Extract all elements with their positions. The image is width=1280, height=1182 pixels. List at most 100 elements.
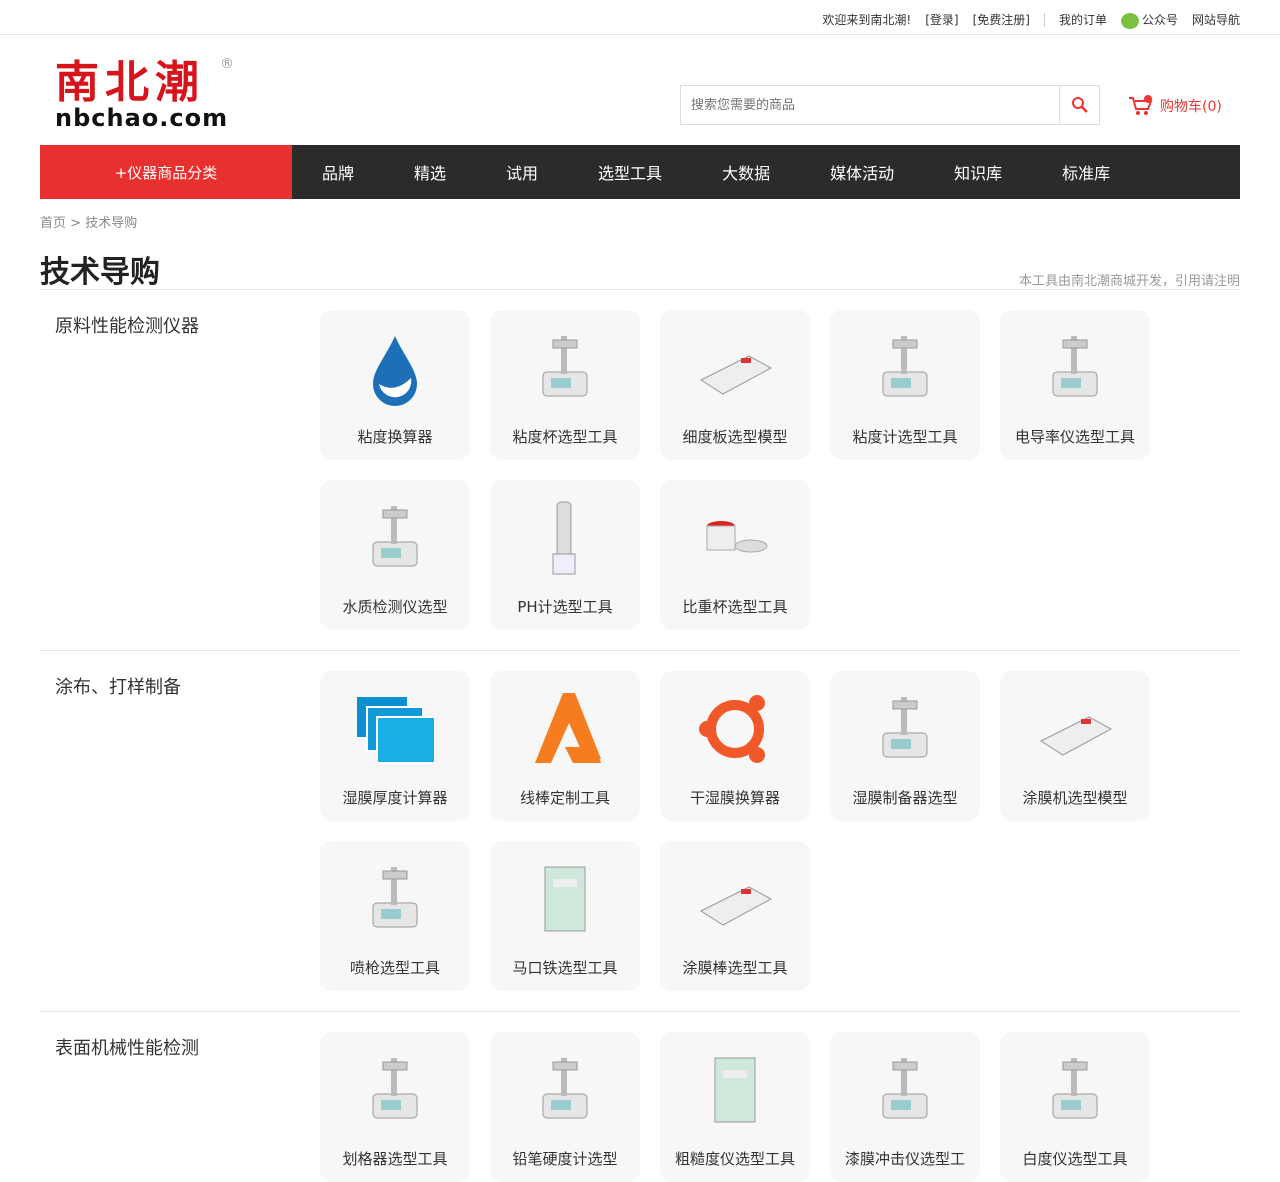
device-icon <box>372 867 418 928</box>
tool-card[interactable]: 铅笔硬度计选型 <box>490 1032 640 1182</box>
device-icon <box>372 1058 418 1119</box>
plate-icon <box>699 355 773 395</box>
tool-card[interactable]: 水质检测仪选型 <box>320 480 470 630</box>
tool-card-label: 比重杯选型工具 <box>682 598 788 616</box>
divider <box>40 289 1240 290</box>
cup-icon <box>706 521 768 553</box>
device-icon <box>882 336 928 397</box>
my-orders-link[interactable]: 我的订单 <box>1059 11 1107 28</box>
logo-cn: 南北潮 <box>55 57 205 108</box>
tool-card-label: 粗糙度仪选型工具 <box>674 1150 795 1168</box>
nav-item-big-data[interactable]: 大数据 <box>692 145 800 199</box>
tool-card[interactable]: PH计选型工具 <box>490 480 640 630</box>
wechat-link[interactable]: 公众号 <box>1120 11 1178 29</box>
tool-card-label: 水质检测仪选型 <box>342 598 448 616</box>
search-box <box>680 85 1100 125</box>
nav-item-knowledge[interactable]: 知识库 <box>924 145 1032 199</box>
tool-card-label: 马口铁选型工具 <box>512 959 618 977</box>
tool-card[interactable]: 马口铁选型工具 <box>490 841 640 991</box>
letter-a-icon <box>535 693 601 763</box>
login-link[interactable]: [登录] <box>925 11 958 28</box>
tool-card[interactable]: 涂膜棒选型工具 <box>660 841 810 991</box>
tool-card[interactable]: 粘度换算器 <box>320 310 470 460</box>
pen-icon <box>552 501 576 575</box>
cart-link[interactable]: 购物车(0) <box>1128 95 1222 117</box>
breadcrumb-current: 技术导购 <box>85 216 138 231</box>
top-bar: 欢迎来到南北潮! [登录] [免费注册] 我的订单 公众号 网站导航 <box>0 0 1280 35</box>
tool-card-label: 细度板选型模型 <box>682 428 788 446</box>
copyright-note: 本工具由南北潮商城开发，引用请注明 <box>1018 274 1240 289</box>
tool-card-label: 喷枪选型工具 <box>349 959 440 977</box>
device-icon <box>882 697 928 758</box>
plate-icon <box>1039 716 1113 756</box>
tool-card-label: 粘度计选型工具 <box>852 428 958 446</box>
tool-card[interactable]: 线棒定制工具 <box>490 671 640 821</box>
tool-card-label: 电导率仪选型工具 <box>1014 428 1135 446</box>
tool-card[interactable]: 划格器选型工具 <box>320 1032 470 1182</box>
tool-card[interactable]: 白度仪选型工具 <box>1000 1032 1150 1182</box>
sitemap-link[interactable]: 网站导航 <box>1192 11 1240 28</box>
tool-card[interactable]: 湿膜厚度计算器 <box>320 671 470 821</box>
panel-icon <box>714 1057 756 1123</box>
tool-card[interactable]: 细度板选型模型 <box>660 310 810 460</box>
tool-card-label: 漆膜冲击仪选型工 <box>844 1150 965 1168</box>
tool-card-label: 涂膜棒选型工具 <box>682 959 788 977</box>
logo[interactable]: 南北潮 nbchao.com ® <box>55 56 234 132</box>
nav-item-standards[interactable]: 标准库 <box>1032 145 1140 199</box>
search-button[interactable] <box>1059 86 1099 124</box>
tool-card-label: 粘度杯选型工具 <box>512 428 618 446</box>
wechat-icon <box>1120 12 1139 29</box>
device-icon <box>542 336 588 397</box>
tool-card-label: 线棒定制工具 <box>519 789 610 807</box>
tool-card[interactable]: 喷枪选型工具 <box>320 841 470 991</box>
nav-item-brand[interactable]: 品牌 <box>292 145 384 199</box>
nav-item-selection-tools[interactable]: 选型工具 <box>568 145 692 199</box>
registered-mark: ® <box>220 56 234 72</box>
tool-card-label: 粘度换算器 <box>357 428 433 446</box>
tool-card-label: 划格器选型工具 <box>342 1150 448 1168</box>
cart-label: 购物车(0) <box>1160 99 1222 115</box>
cart-icon <box>1129 95 1153 115</box>
breadcrumb-home[interactable]: 首页 <box>40 216 66 231</box>
tool-card-label: 涂膜机选型模型 <box>1022 789 1128 807</box>
tool-card[interactable]: 电导率仪选型工具 <box>1000 310 1150 460</box>
tool-card[interactable]: 漆膜冲击仪选型工 <box>830 1032 980 1182</box>
welcome-text: 欢迎来到南北潮! <box>822 13 912 28</box>
tool-card-label: 湿膜厚度计算器 <box>342 789 448 807</box>
device-icon <box>542 1058 588 1119</box>
plate-icon <box>699 886 773 926</box>
tool-card[interactable]: 粗糙度仪选型工具 <box>660 1032 810 1182</box>
tool-card[interactable]: 湿膜制备器选型 <box>830 671 980 821</box>
tool-card-label: 湿膜制备器选型 <box>852 789 958 807</box>
tool-card-label: PH计选型工具 <box>517 598 613 616</box>
tool-card[interactable]: 涂膜机选型模型 <box>1000 671 1150 821</box>
search-input[interactable] <box>681 86 1059 124</box>
search-icon <box>1071 97 1088 113</box>
tool-grid: 湿膜厚度计算器 线棒定制工具 干湿膜换算器 湿膜制备器选型 涂膜机选型模型喷枪选型工具 马… <box>320 671 1170 991</box>
breadcrumb: 首页 > 技术导购 <box>40 212 137 231</box>
tool-card[interactable]: 粘度计选型工具 <box>830 310 980 460</box>
register-link[interactable]: [免费注册] <box>973 11 1030 28</box>
device-icon <box>372 506 418 567</box>
nav-item-media[interactable]: 媒体活动 <box>800 145 924 199</box>
tool-card[interactable]: 干湿膜换算器 <box>660 671 810 821</box>
drop-icon <box>373 336 417 406</box>
device-icon <box>1052 1058 1098 1119</box>
nav-item-trial[interactable]: 试用 <box>476 145 568 199</box>
tool-card[interactable]: 粘度杯选型工具 <box>490 310 640 460</box>
breadcrumb-sep: > <box>70 216 82 231</box>
device-icon <box>882 1058 928 1119</box>
wechat-label: 公众号 <box>1141 13 1178 27</box>
category-menu-button[interactable]: +仪器商品分类 <box>40 145 292 199</box>
tool-card[interactable]: 比重杯选型工具 <box>660 480 810 630</box>
panel-icon <box>544 866 586 932</box>
ring-icon <box>699 695 765 763</box>
tool-card-label: 干湿膜换算器 <box>689 789 780 807</box>
tool-grid: 粘度换算器 粘度杯选型工具 细度板选型模型 粘度计选型工具 电导率仪选型工具水质检测仪选… <box>320 310 1170 630</box>
section-title: 涂布、打样制备 <box>55 677 181 698</box>
divider <box>40 1011 1240 1012</box>
divider <box>40 650 1240 651</box>
squares-icon <box>357 697 435 764</box>
nav-item-featured[interactable]: 精选 <box>384 145 476 199</box>
logo-en: nbchao.com <box>55 104 229 132</box>
